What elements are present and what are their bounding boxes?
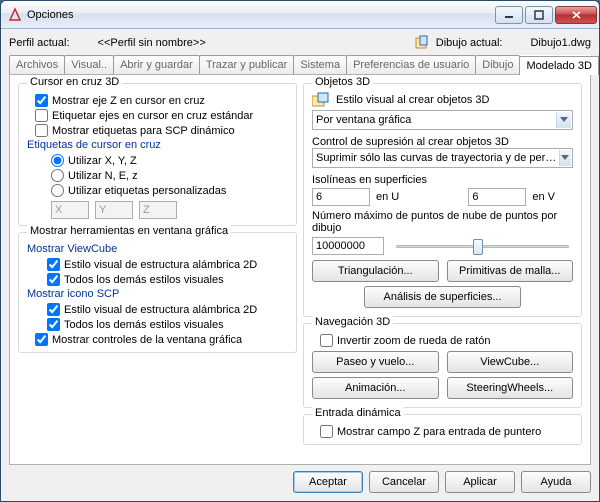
sub-ucs-icon: Mostrar icono SCP	[27, 288, 288, 300]
inp-iso-u[interactable]	[312, 188, 370, 206]
btn-apply[interactable]: Aplicar	[445, 471, 515, 493]
chk-label-axes[interactable]: Etiquetar ejes en cursor en cruz estánda…	[35, 109, 288, 122]
inp-pointcloud[interactable]	[312, 237, 384, 255]
close-button[interactable]	[555, 6, 597, 24]
tab-archivos[interactable]: Archivos	[9, 55, 65, 74]
group-cursor-3d: Cursor en cruz 3D Mostrar eje Z en curso…	[18, 83, 297, 226]
tab-visual-[interactable]: Visual..	[64, 55, 114, 74]
inp-z	[139, 201, 177, 219]
btn-help[interactable]: Ayuda	[521, 471, 591, 493]
drawing-label: Dibujo actual:	[436, 37, 503, 49]
slider-pointcloud[interactable]	[392, 236, 573, 256]
tab-preferencias-de-usuario[interactable]: Preferencias de usuario	[346, 55, 476, 74]
btn-surface-analysis[interactable]: Análisis de superficies...	[364, 286, 521, 308]
lbl-visual-style: Estilo visual al crear objetos 3D	[336, 94, 489, 106]
tab-page-modelado-3d: Cursor en cruz 3D Mostrar eje Z en curso…	[9, 75, 591, 465]
lbl-deletion: Control de supresión al crear objetos 3D	[312, 136, 573, 148]
tab-strip: ArchivosVisual..Abrir y guardarTrazar y …	[9, 55, 591, 75]
chk-show-z-axis[interactable]: Mostrar eje Z en cursor en cruz	[35, 94, 288, 107]
rad-custom[interactable]: Utilizar etiquetas personalizadas	[51, 184, 288, 197]
minimize-button[interactable]	[495, 6, 523, 24]
group-viewport-tools: Mostrar herramientas en ventana gráfica …	[18, 232, 297, 353]
chk-vc-other[interactable]: Todos los demás estilos visuales	[47, 273, 288, 286]
chk-dynamic-ucs-labels[interactable]: Mostrar etiquetas para SCP dinámico	[35, 124, 288, 137]
options-dialog: Opciones Perfil actual: <<Perfil sin nom…	[0, 0, 600, 502]
group-dyn-input: Entrada dinámica Mostrar campo Z para en…	[303, 414, 582, 445]
dialog-footer: Aceptar Cancelar Aplicar Ayuda	[9, 471, 591, 493]
chk-viewport-controls[interactable]: Mostrar controles de la ventana gráfica	[35, 333, 288, 346]
titlebar[interactable]: Opciones	[1, 1, 599, 29]
lbl-pointcloud: Número máximo de puntos de nube de punto…	[312, 210, 573, 234]
chk-ucs-other[interactable]: Todos los demás estilos visuales	[47, 318, 288, 331]
profile-value: <<Perfil sin nombre>>	[98, 37, 206, 49]
sub-viewcube: Mostrar ViewCube	[27, 243, 288, 255]
tab-trazar-y-publicar[interactable]: Trazar y publicar	[199, 55, 295, 74]
btn-tessellation[interactable]: Triangulación...	[312, 260, 439, 282]
app-icon	[7, 7, 23, 23]
btn-cancel[interactable]: Cancelar	[369, 471, 439, 493]
maximize-button[interactable]	[525, 6, 553, 24]
group-legend: Navegación 3D	[312, 316, 393, 328]
btn-ok[interactable]: Aceptar	[293, 471, 363, 493]
tab-sistema[interactable]: Sistema	[293, 55, 347, 74]
inp-y	[95, 201, 133, 219]
lbl-isolines: Isolíneas en superficies	[312, 174, 573, 186]
chk-show-z-field[interactable]: Mostrar campo Z para entrada de puntero	[320, 425, 573, 438]
group-3d-nav: Navegación 3D Invertir zoom de rueda de …	[303, 323, 582, 408]
group-legend: Objetos 3D	[312, 76, 373, 88]
group-legend: Entrada dinámica	[312, 407, 404, 419]
rad-xyz[interactable]: Utilizar X, Y, Z	[51, 154, 288, 167]
sel-deletion[interactable]: Suprimir sólo las curvas de trayectoria …	[312, 148, 573, 168]
visual-style-icon	[312, 92, 330, 108]
client-area: Perfil actual: <<Perfil sin nombre>> Dib…	[1, 29, 599, 501]
btn-mesh-primitives[interactable]: Primitivas de malla...	[447, 260, 574, 282]
group-3d-objects: Objetos 3D Estilo visual al crear objeto…	[303, 83, 582, 317]
profile-label: Perfil actual:	[9, 37, 70, 49]
inp-iso-v[interactable]	[468, 188, 526, 206]
chk-reverse-zoom[interactable]: Invertir zoom de rueda de ratón	[320, 334, 573, 347]
btn-animation[interactable]: Animación...	[312, 377, 439, 399]
sub-crosshair-labels: Etiquetas de cursor en cruz	[27, 139, 288, 151]
window-title: Opciones	[27, 9, 493, 21]
tab-dibujo[interactable]: Dibujo	[475, 55, 520, 74]
drawing-value: Dibujo1.dwg	[530, 37, 591, 49]
tab-modelado-3d[interactable]: Modelado 3D	[519, 56, 598, 75]
group-legend: Mostrar herramientas en ventana gráfica	[27, 225, 231, 237]
chevron-down-icon	[556, 112, 571, 128]
rad-nez[interactable]: Utilizar N, E, z	[51, 169, 288, 182]
tab-abrir-y-guardar[interactable]: Abrir y guardar	[113, 55, 200, 74]
chk-ucs-wire2d[interactable]: Estilo visual de estructura alámbrica 2D	[47, 303, 288, 316]
drawing-icon	[414, 35, 430, 51]
chk-vc-wire2d[interactable]: Estilo visual de estructura alámbrica 2D	[47, 258, 288, 271]
btn-walk-fly[interactable]: Paseo y vuelo...	[312, 351, 439, 373]
inp-x	[51, 201, 89, 219]
group-legend: Cursor en cruz 3D	[27, 76, 122, 88]
chevron-down-icon	[559, 150, 571, 166]
btn-viewcube[interactable]: ViewCube...	[447, 351, 574, 373]
btn-steeringwheels[interactable]: SteeringWheels...	[447, 377, 574, 399]
sel-visual-style[interactable]: Por ventana gráfica	[312, 110, 573, 130]
